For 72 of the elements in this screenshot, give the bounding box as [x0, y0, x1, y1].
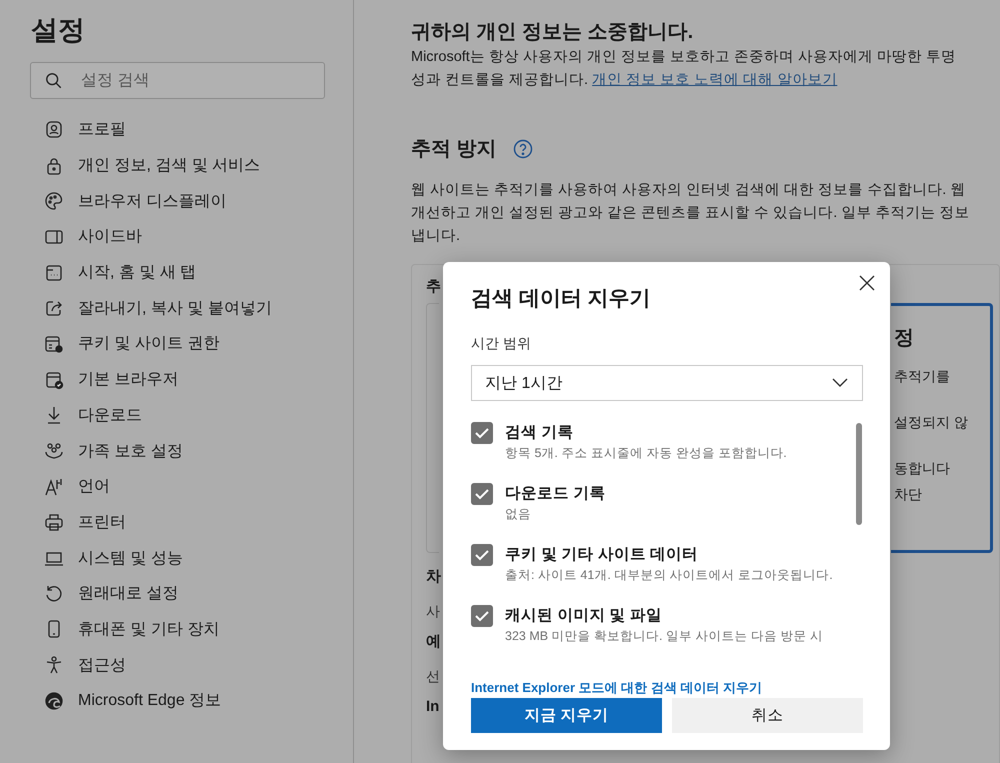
learn-more-link[interactable]: 개인 정보 보호 노력에 대해 알아보기 [592, 72, 838, 88]
reset-icon [44, 584, 64, 604]
sidebar-item[interactable]: 가족 보호 설정 [44, 433, 353, 469]
people-icon [44, 441, 64, 462]
dialog-title: 검색 데이터 지우기 [471, 286, 652, 312]
tracking-description: 웹 사이트는 추적기를 사용하여 사용자의 인터넷 검색에 대한 정보를 수집합니다. 웹 [411, 181, 966, 200]
sidebar-item[interactable]: 언어 [44, 468, 353, 505]
cancel-button[interactable]: 취소 [672, 698, 863, 733]
section-heading: 귀하의 개인 정보는 소중합니다. [411, 20, 694, 45]
sidebar-item[interactable]: 브라우저 디스플레이 [44, 183, 353, 220]
sidebar-item[interactable]: 잘라내기, 복사 및 붙여넣기 [44, 290, 353, 326]
setting-heading: 차 [426, 567, 441, 587]
checkbox[interactable] [471, 544, 493, 566]
option-text: 추적기를 [894, 368, 950, 386]
sidebar-item[interactable]: 쿠키 및 사이트 권한 [44, 326, 353, 362]
close-button[interactable] [858, 274, 876, 292]
option-description: 항목 5개. 주소 표시줄에 자동 완성을 포함합니다. [505, 445, 787, 462]
time-range-dropdown[interactable]: 지난 1시간 [471, 365, 863, 401]
browser-logo-icon [44, 690, 64, 711]
setting-heading: 예 [426, 632, 441, 652]
option-title: 정 [894, 326, 914, 351]
setting-text: 사 [426, 603, 440, 621]
option-description: 없음 [505, 506, 532, 523]
tracking-description: 냅니다. [411, 227, 460, 246]
sidebar-item[interactable]: 시스템 및 성능 [44, 540, 353, 576]
sidebar-item[interactable]: 프린터 [44, 504, 353, 540]
checkbox[interactable] [471, 422, 493, 444]
profile-icon [44, 120, 64, 140]
checkbox[interactable] [471, 483, 493, 505]
cookie-settings-icon [44, 334, 64, 354]
sidebar-item[interactable]: 사이드바 [44, 219, 353, 255]
privacy-description: 성과 컨트롤을 제공합니다. [411, 72, 588, 88]
option-text: 동합니다 [894, 460, 950, 478]
setting-text: 선 [426, 668, 440, 686]
sidebar-item[interactable]: 원래대로 설정 [44, 576, 353, 612]
setting-heading: In [426, 697, 440, 717]
chevron-down-icon [832, 378, 848, 388]
window-icon [44, 262, 64, 283]
sidebar-item[interactable]: 다운로드 [44, 398, 353, 434]
privacy-description: Microsoft는 항상 사용자의 개인 정보를 보호하고 존중하며 사용자에게 마땅한 투명 [411, 48, 956, 67]
language-icon [44, 476, 64, 497]
sidebar-item[interactable]: 기본 브라우저 [44, 362, 353, 398]
search-icon [45, 72, 63, 90]
search-field[interactable]: 설정 검색 [30, 62, 325, 99]
option-description: 출처: 사이트 41개. 대부분의 사이트에서 로그아웃됩니다. [505, 567, 833, 584]
sidebar-item[interactable]: 프로필 [44, 112, 353, 148]
sidebar-item[interactable]: 시작, 홈 및 새 탭 [44, 254, 353, 290]
checkbox[interactable] [471, 605, 493, 627]
sidebar-item[interactable]: 접근성 [44, 647, 353, 683]
clear-now-button[interactable]: 지금 지우기 [471, 698, 662, 733]
option-title: 다운로드 기록 [505, 484, 606, 504]
option-title: 검색 기록 [505, 423, 574, 443]
settings-title: 설정 [30, 14, 86, 47]
scrollbar-thumb[interactable] [856, 423, 862, 525]
sidebar-item[interactable]: Microsoft Edge 정보 [44, 683, 353, 719]
browser-check-icon [44, 370, 64, 390]
tracking-description: 개선하고 개인 설정된 광고와 같은 콘텐츠를 표시할 수 있습니다. 일부 추적기는 정보 [411, 204, 970, 223]
sidebar-item[interactable]: 개인 정보, 검색 및 서비스 [44, 148, 353, 184]
help-icon[interactable] [512, 139, 533, 159]
option-description: 323 MB 미만을 확보합니다. 일부 사이트는 다음 방문 시 [505, 628, 823, 645]
field-label: 시간 범위 [471, 335, 532, 353]
accessibility-icon [44, 655, 64, 676]
palette-icon [44, 191, 64, 212]
clear-ie-data-link[interactable]: Internet Explorer 모드에 대한 검색 데이터 지우기 [471, 679, 762, 697]
sidebar-item[interactable]: 휴대폰 및 기타 장치 [44, 612, 353, 648]
card-label: 추 [426, 277, 441, 297]
option-text: 설정되지 않 [894, 414, 968, 432]
option-text: 차단 [894, 486, 922, 504]
option-title: 캐시된 이미지 및 파일 [505, 606, 663, 626]
option-title: 쿠키 및 기타 사이트 데이터 [505, 545, 700, 565]
printer-icon [44, 512, 64, 532]
section-heading: 추적 방지 [411, 137, 497, 162]
